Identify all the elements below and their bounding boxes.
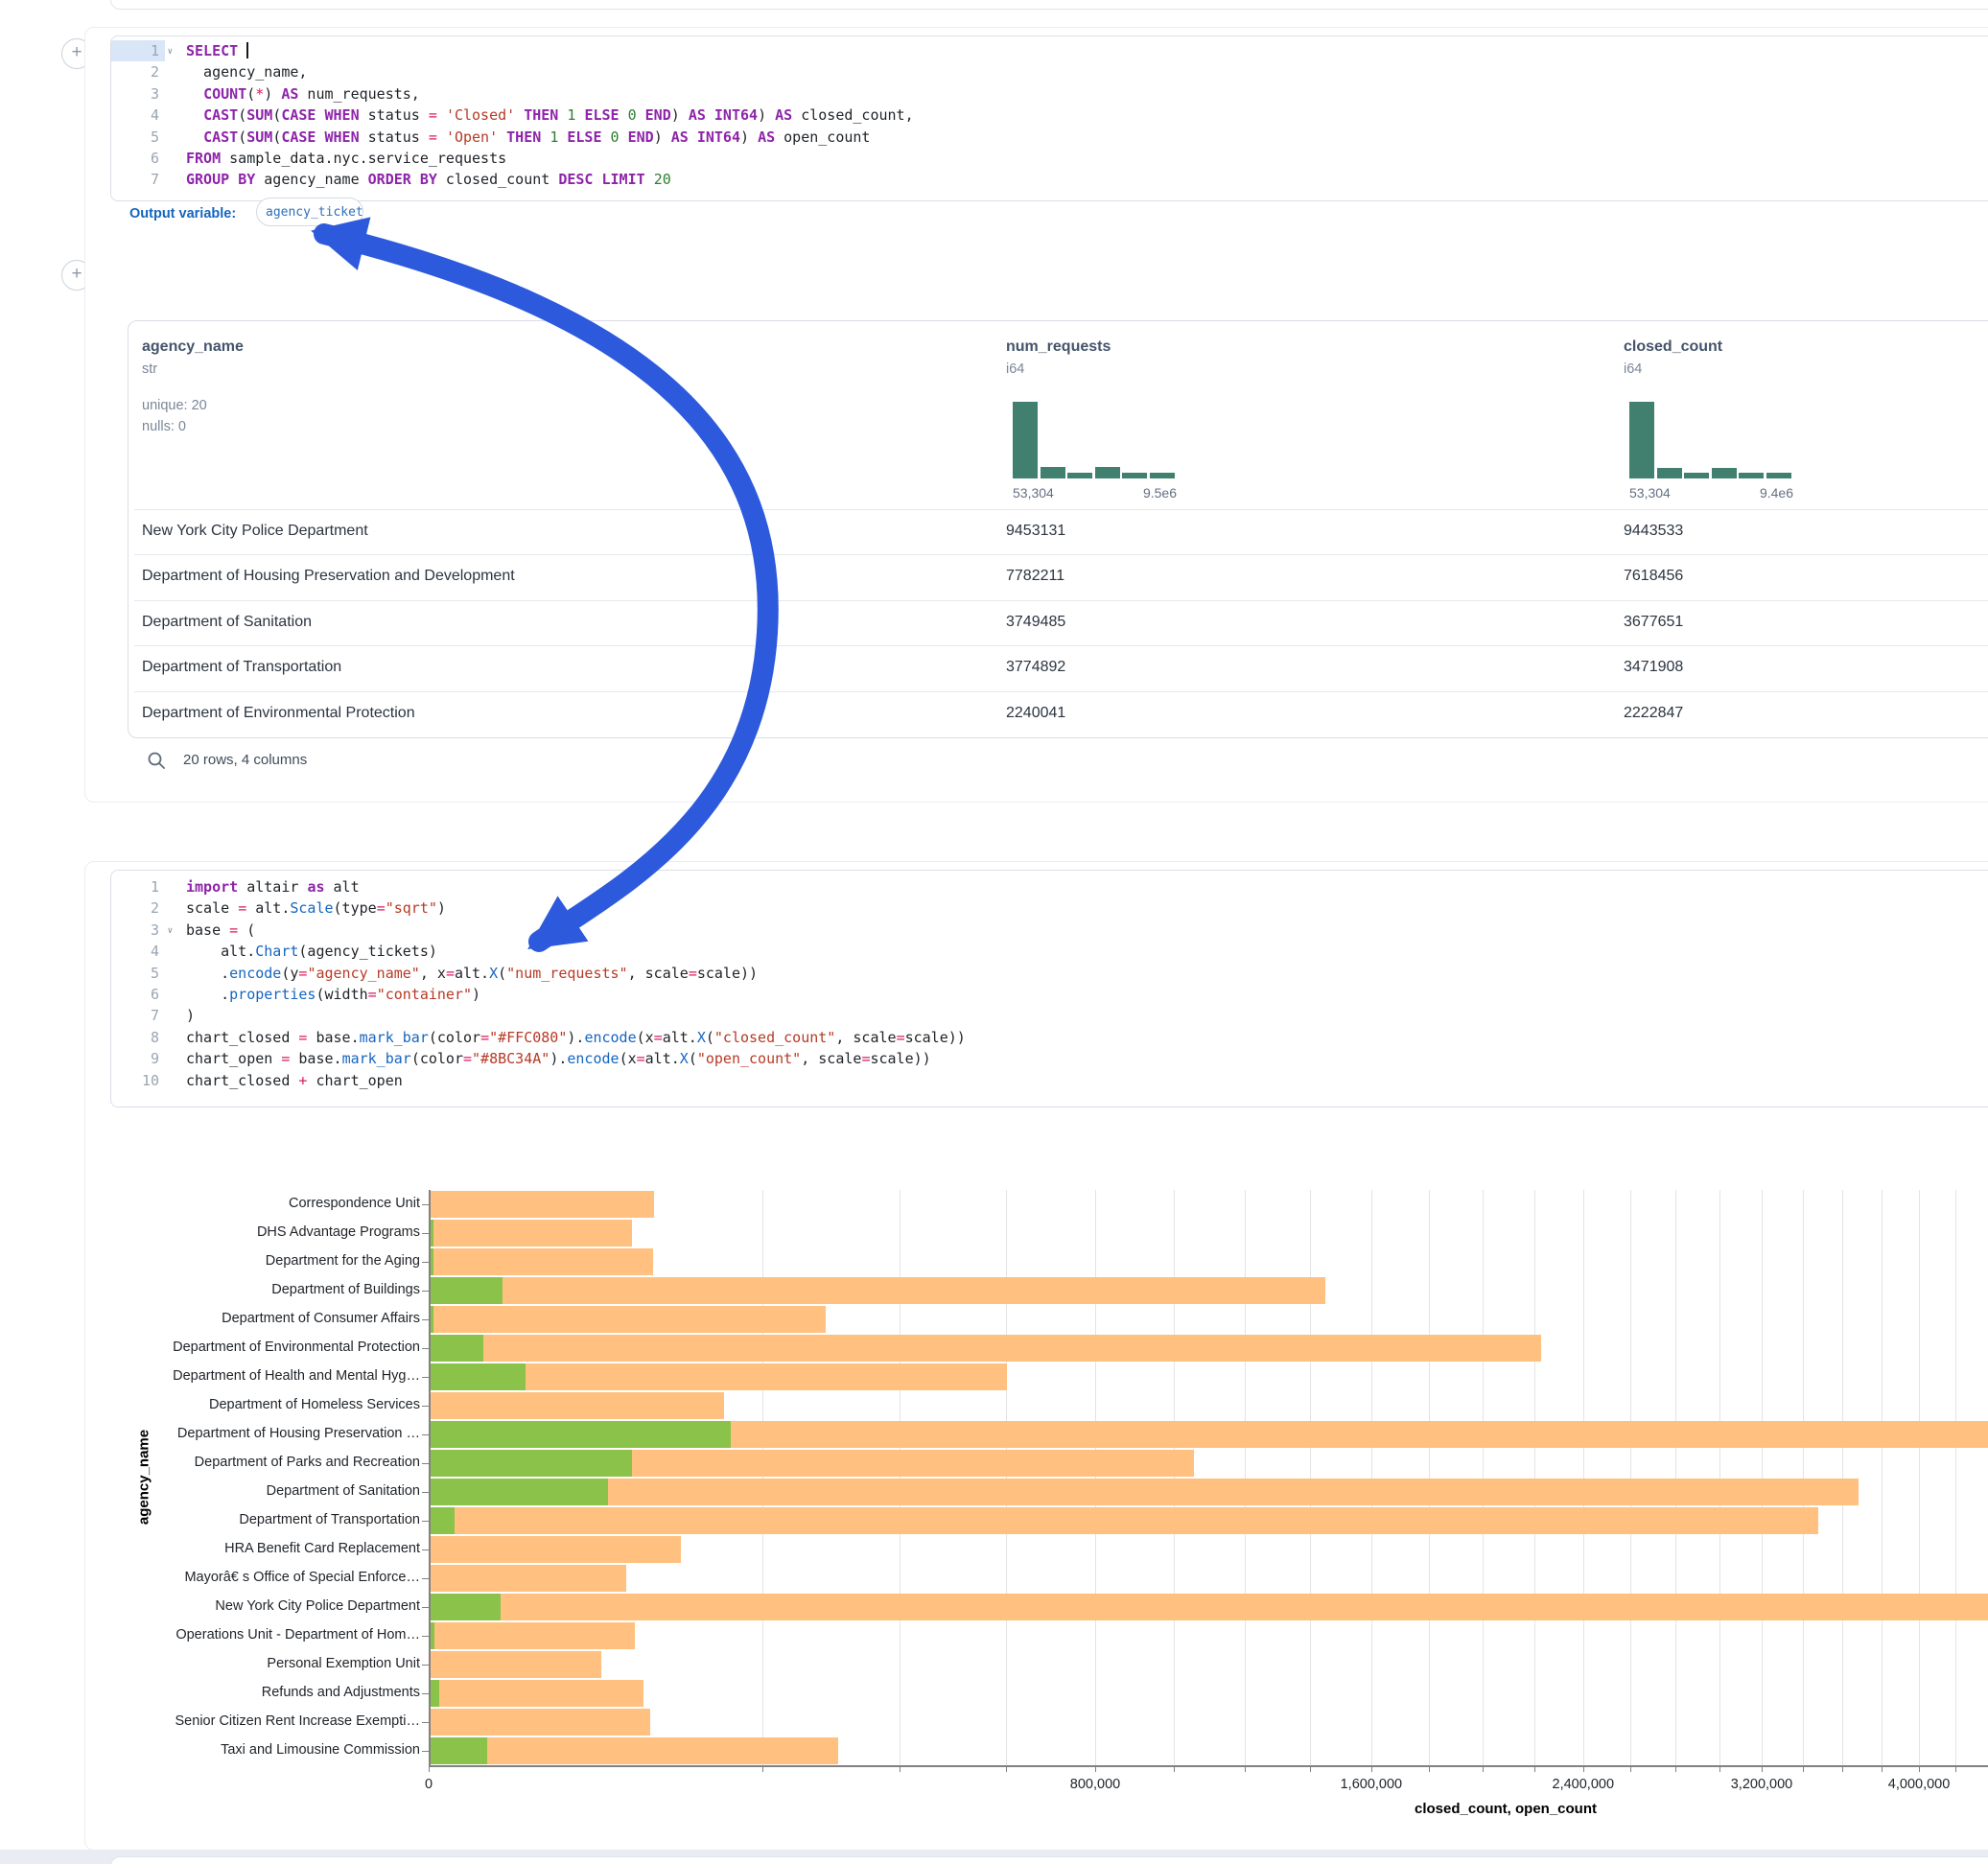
table-cell[interactable]: 3471908: [1624, 659, 1683, 676]
code-text[interactable]: .properties(width="container"): [165, 984, 480, 1005]
histogram-bar: [1684, 473, 1709, 478]
code-line[interactable]: 9chart_open = base.mark_bar(color="#8BC3…: [111, 1048, 1988, 1069]
python-editor[interactable]: 1import altair as alt2scale = alt.Scale(…: [110, 870, 1988, 1107]
previous-cell-edge: [110, 0, 1988, 10]
histogram-bar: [1766, 473, 1791, 478]
code-line[interactable]: 1import altair as alt: [111, 876, 1988, 897]
table-cell[interactable]: 9443533: [1624, 523, 1683, 540]
table-cell[interactable]: 2222847: [1624, 705, 1683, 722]
line-number: 9: [111, 1048, 165, 1069]
histogram-bar: [1712, 468, 1737, 478]
table-footer: 20 rows, 4 columns: [183, 752, 307, 768]
row-divider: [134, 691, 1988, 692]
histogram-bar: [1067, 473, 1092, 478]
line-number: 7: [111, 1005, 165, 1026]
histogram-min-label: 53,304: [1013, 485, 1054, 501]
notebook-page: + + 1∨SELECT2 agency_name,3 COUNT(*) AS …: [0, 0, 1988, 1864]
histogram-min-label: 53,304: [1629, 485, 1671, 501]
code-text[interactable]: base = (: [165, 920, 255, 941]
column-header[interactable]: agency_name: [142, 338, 244, 356]
histogram-bar: [1122, 473, 1147, 478]
table-cell[interactable]: 9453131: [1006, 523, 1065, 540]
table-cell[interactable]: 3677651: [1624, 614, 1683, 631]
column-header[interactable]: num_requests: [1006, 338, 1111, 356]
code-text[interactable]: chart_open = base.mark_bar(color="#8BC34…: [165, 1048, 931, 1069]
table-cell[interactable]: Department of Environmental Protection: [142, 705, 415, 722]
code-line[interactable]: 3∨base = (: [111, 920, 1988, 941]
next-cell-edge: [110, 1856, 1988, 1864]
result-table: agency_namestr unique: 20 nulls: 0 num_requ…: [85, 28, 1988, 802]
python-cell: 1import altair as alt2scale = alt.Scale(…: [84, 861, 1988, 1851]
histogram-max-label: 9.4e6: [1725, 485, 1793, 501]
histogram-bar: [1150, 473, 1175, 478]
code-text[interactable]: chart_closed = base.mark_bar(color="#FFC…: [165, 1027, 966, 1048]
column-header[interactable]: closed_count: [1624, 338, 1722, 356]
code-line[interactable]: 6 .properties(width="container"): [111, 984, 1988, 1005]
line-number: 3∨: [111, 920, 165, 941]
histogram-bar: [1629, 402, 1654, 478]
table-cell[interactable]: Department of Housing Preservation and D…: [142, 568, 515, 585]
histogram-bar: [1041, 467, 1065, 478]
code-line[interactable]: 4 alt.Chart(agency_tickets): [111, 941, 1988, 962]
code-line[interactable]: 8chart_closed = base.mark_bar(color="#FF…: [111, 1027, 1988, 1048]
histogram-max-label: 9.5e6: [1109, 485, 1177, 501]
code-line[interactable]: 7): [111, 1005, 1988, 1026]
fold-chevron-icon[interactable]: ∨: [168, 920, 173, 942]
table-cell[interactable]: 3749485: [1006, 614, 1065, 631]
column-stat: unique: 20: [142, 398, 207, 413]
code-text[interactable]: import altair as alt: [165, 876, 360, 897]
row-divider: [134, 645, 1988, 646]
line-number: 2: [111, 897, 165, 919]
column-dtype: i64: [1624, 361, 1642, 377]
table-cell[interactable]: Department of Sanitation: [142, 614, 312, 631]
row-divider: [134, 509, 1988, 510]
table-cell[interactable]: Department of Transportation: [142, 659, 341, 676]
code-line[interactable]: 5 .encode(y="agency_name", x=alt.X("num_…: [111, 963, 1988, 984]
code-line[interactable]: 2scale = alt.Scale(type="sqrt"): [111, 897, 1988, 919]
code-text[interactable]: chart_closed + chart_open: [165, 1070, 403, 1091]
row-divider: [134, 554, 1988, 555]
table-cell[interactable]: 7618456: [1624, 568, 1683, 585]
search-icon[interactable]: [147, 751, 166, 770]
code-text[interactable]: alt.Chart(agency_tickets): [165, 941, 437, 962]
code-text[interactable]: scale = alt.Scale(type="sqrt"): [165, 897, 446, 919]
line-number: 5: [111, 963, 165, 984]
line-number: 1: [111, 876, 165, 897]
sql-cell: 1∨SELECT2 agency_name,3 COUNT(*) AS num_…: [84, 27, 1988, 803]
histogram-bar: [1095, 467, 1120, 478]
line-number: 8: [111, 1027, 165, 1048]
histogram-bar: [1739, 473, 1764, 478]
table-cell[interactable]: New York City Police Department: [142, 523, 368, 540]
line-number: 4: [111, 941, 165, 962]
column-dtype: i64: [1006, 361, 1024, 377]
code-text[interactable]: ): [165, 1005, 195, 1026]
row-divider: [134, 600, 1988, 601]
code-line[interactable]: 10chart_closed + chart_open: [111, 1070, 1988, 1091]
histogram-bar: [1013, 402, 1038, 478]
column-stat: nulls: 0: [142, 419, 186, 434]
line-number: 6: [111, 984, 165, 1005]
line-number: 10: [111, 1070, 165, 1091]
column-dtype: str: [142, 361, 157, 377]
table-cell[interactable]: 3774892: [1006, 659, 1065, 676]
table-cell[interactable]: 2240041: [1006, 705, 1065, 722]
histogram-bar: [1657, 468, 1682, 478]
table-cell[interactable]: 7782211: [1006, 568, 1064, 585]
code-text[interactable]: .encode(y="agency_name", x=alt.X("num_re…: [165, 963, 758, 984]
